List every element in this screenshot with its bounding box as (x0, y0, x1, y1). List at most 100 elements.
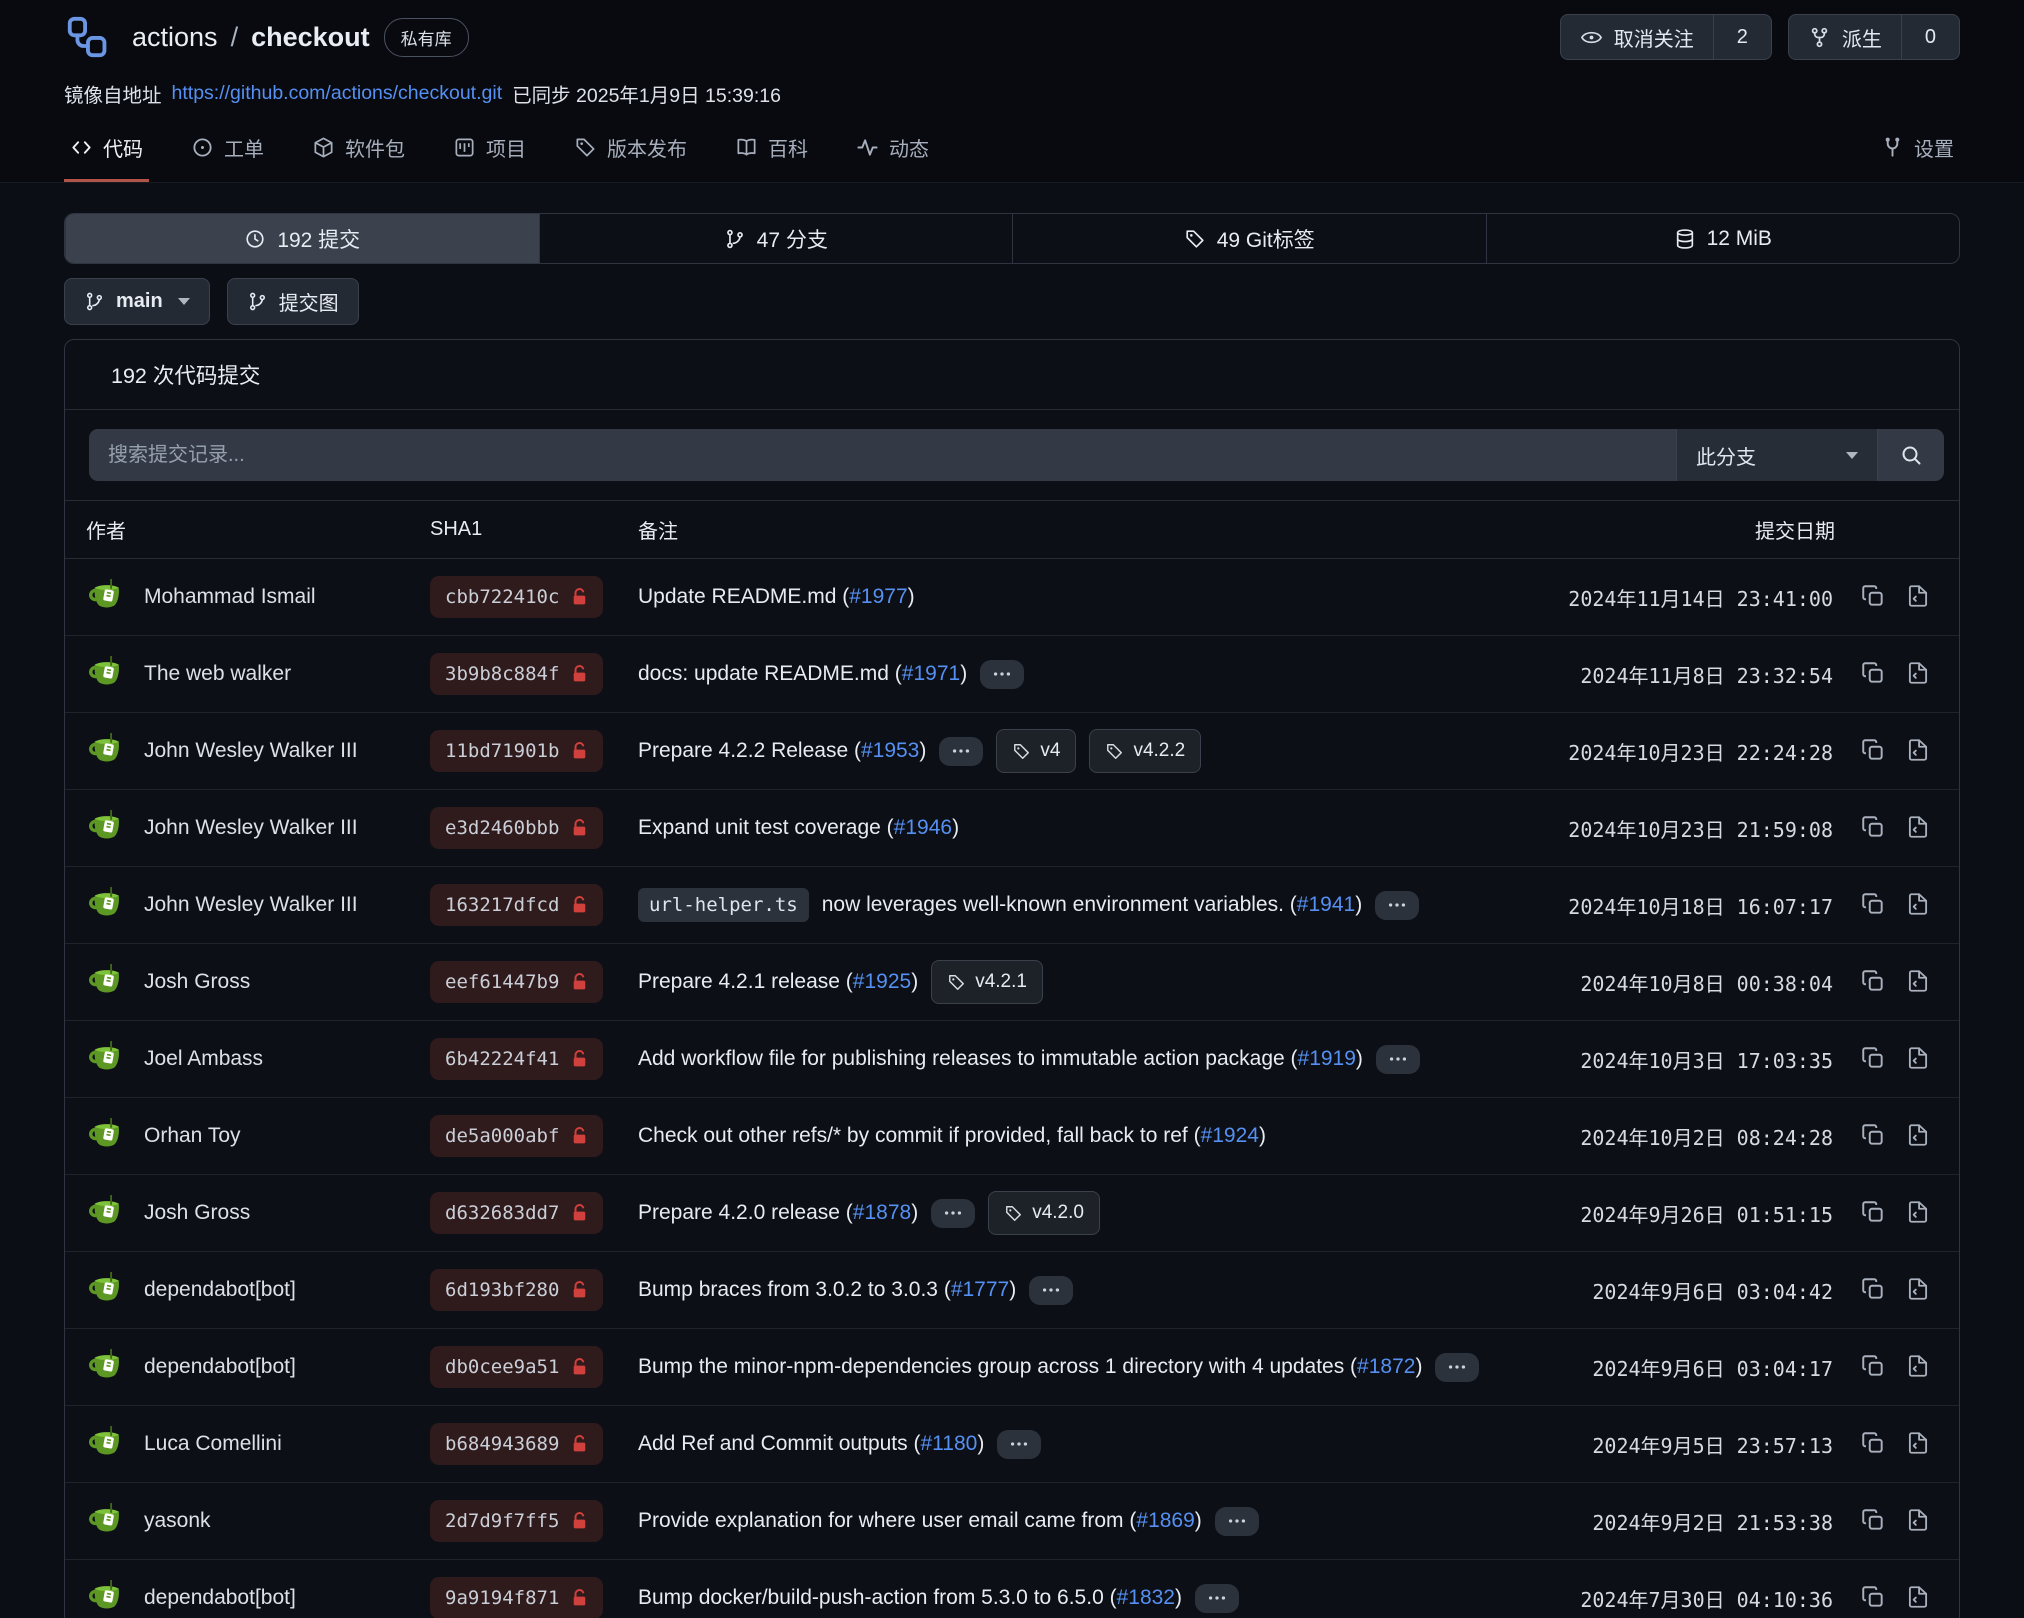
tab-issues[interactable]: 工单 (185, 125, 270, 182)
commit-message-link[interactable]: Provide explanation for where user email… (638, 1509, 1202, 1533)
issue-link[interactable]: #1953 (861, 739, 919, 762)
copy-sha-button[interactable] (1860, 1045, 1886, 1074)
issue-link[interactable]: #1180 (920, 1432, 977, 1455)
copy-sha-button[interactable] (1860, 891, 1886, 920)
commit-sha-link[interactable]: 3b9b8c884f (430, 653, 603, 695)
avatar[interactable] (86, 654, 127, 695)
expand-commit-button[interactable] (1435, 1353, 1479, 1382)
unwatch-button[interactable]: 取消关注 (1561, 15, 1713, 59)
avatar[interactable] (86, 808, 127, 849)
browse-source-button[interactable] (1905, 1045, 1931, 1074)
avatar[interactable] (86, 1116, 127, 1157)
copy-sha-button[interactable] (1860, 1584, 1886, 1613)
commit-graph-button[interactable]: 提交图 (227, 278, 359, 325)
search-commits-input[interactable] (89, 429, 1676, 481)
commit-author-name[interactable]: Josh Gross (144, 970, 250, 994)
commit-message-link[interactable]: Prepare 4.2.1 release (#1925) (638, 970, 918, 994)
commit-message-link[interactable]: Expand unit test coverage (#1946) (638, 816, 959, 840)
avatar[interactable] (86, 1270, 127, 1311)
commit-author-name[interactable]: The web walker (144, 662, 291, 686)
copy-sha-button[interactable] (1860, 583, 1886, 612)
copy-sha-button[interactable] (1860, 737, 1886, 766)
avatar[interactable] (86, 1578, 127, 1618)
commit-author-name[interactable]: Josh Gross (144, 1201, 250, 1225)
tag-badge[interactable]: v4 (996, 729, 1076, 773)
avatar[interactable] (86, 1347, 127, 1388)
expand-commit-button[interactable] (1215, 1507, 1259, 1536)
browse-source-button[interactable] (1905, 737, 1931, 766)
commit-sha-link[interactable]: d632683dd7 (430, 1192, 603, 1234)
copy-sha-button[interactable] (1860, 660, 1886, 689)
commit-author-name[interactable]: dependabot[bot] (144, 1278, 296, 1302)
mirror-url-link[interactable]: https://github.com/actions/checkout.git (172, 82, 503, 105)
tab-code[interactable]: 代码 (64, 125, 149, 182)
commit-message-link[interactable]: Bump docker/build-push-action from 5.3.0… (638, 1586, 1182, 1610)
tab-packages[interactable]: 软件包 (306, 125, 411, 182)
commit-message-link[interactable]: Update README.md (#1977) (638, 585, 915, 609)
stat-branches[interactable]: 47 分支 (539, 214, 1013, 263)
commit-message-link[interactable]: docs: update README.md (#1971) (638, 662, 967, 686)
issue-link[interactable]: #1878 (853, 1201, 911, 1224)
copy-sha-button[interactable] (1860, 814, 1886, 843)
commit-message-link[interactable]: Prepare 4.2.0 release (#1878) (638, 1201, 918, 1225)
commit-sha-link[interactable]: cbb722410c (430, 576, 603, 618)
browse-source-button[interactable] (1905, 891, 1931, 920)
stat-size[interactable]: 12 MiB (1486, 214, 1960, 263)
issue-link[interactable]: #1946 (894, 816, 952, 839)
commit-author-name[interactable]: John Wesley Walker III (144, 739, 358, 763)
issue-link[interactable]: #1832 (1117, 1586, 1175, 1609)
avatar[interactable] (86, 1193, 127, 1234)
tab-wiki[interactable]: 百科 (729, 125, 814, 182)
avatar[interactable] (86, 577, 127, 618)
tab-projects[interactable]: 项目 (447, 125, 532, 182)
copy-sha-button[interactable] (1860, 1276, 1886, 1305)
browse-source-button[interactable] (1905, 1507, 1931, 1536)
avatar[interactable] (86, 962, 127, 1003)
browse-source-button[interactable] (1905, 1199, 1931, 1228)
commit-author-name[interactable]: Orhan Toy (144, 1124, 241, 1148)
commit-sha-link[interactable]: db0cee9a51 (430, 1346, 603, 1388)
avatar[interactable] (86, 731, 127, 772)
commit-author-name[interactable]: dependabot[bot] (144, 1355, 296, 1379)
tag-badge[interactable]: v4.2.0 (988, 1191, 1100, 1235)
issue-link[interactable]: #1869 (1136, 1509, 1194, 1532)
browse-source-button[interactable] (1905, 1430, 1931, 1459)
expand-commit-button[interactable] (1029, 1276, 1073, 1305)
expand-commit-button[interactable] (980, 660, 1024, 689)
tab-activity[interactable]: 动态 (850, 125, 935, 182)
copy-sha-button[interactable] (1860, 1507, 1886, 1536)
copy-sha-button[interactable] (1860, 968, 1886, 997)
repo-name-link[interactable]: checkout (251, 22, 370, 53)
expand-commit-button[interactable] (931, 1199, 975, 1228)
tag-badge[interactable]: v4.2.1 (931, 960, 1043, 1004)
commit-message-link[interactable]: Bump braces from 3.0.2 to 3.0.3 (#1777) (638, 1278, 1016, 1302)
commit-sha-link[interactable]: 163217dfcd (430, 884, 603, 926)
issue-link[interactable]: #1977 (849, 585, 907, 608)
tag-badge[interactable]: v4.2.2 (1089, 729, 1201, 773)
commit-sha-link[interactable]: b684943689 (430, 1423, 603, 1465)
stat-commits[interactable]: 192 提交 (65, 214, 539, 263)
commit-author-name[interactable]: John Wesley Walker III (144, 893, 358, 917)
browse-source-button[interactable] (1905, 814, 1931, 843)
avatar[interactable] (86, 1039, 127, 1080)
expand-commit-button[interactable] (939, 737, 983, 766)
commit-message-link[interactable]: Add workflow file for publishing release… (638, 1047, 1363, 1071)
issue-link[interactable]: #1941 (1297, 893, 1355, 916)
browse-source-button[interactable] (1905, 1122, 1931, 1151)
branch-selector[interactable]: main (64, 278, 210, 325)
commit-sha-link[interactable]: eef61447b9 (430, 961, 603, 1003)
avatar[interactable] (86, 1424, 127, 1465)
commit-message-link[interactable]: Bump the minor-npm-dependencies group ac… (638, 1355, 1422, 1379)
copy-sha-button[interactable] (1860, 1122, 1886, 1151)
commit-message-link[interactable]: Check out other refs/* by commit if prov… (638, 1124, 1266, 1148)
issue-link[interactable]: #1924 (1201, 1124, 1259, 1147)
browse-source-button[interactable] (1905, 1584, 1931, 1613)
commit-author-name[interactable]: Joel Ambass (144, 1047, 263, 1071)
issue-link[interactable]: #1872 (1357, 1355, 1415, 1378)
copy-sha-button[interactable] (1860, 1199, 1886, 1228)
tab-settings[interactable]: 设置 (1875, 125, 1960, 182)
copy-sha-button[interactable] (1860, 1430, 1886, 1459)
commit-author-name[interactable]: John Wesley Walker III (144, 816, 358, 840)
browse-source-button[interactable] (1905, 660, 1931, 689)
browse-source-button[interactable] (1905, 968, 1931, 997)
